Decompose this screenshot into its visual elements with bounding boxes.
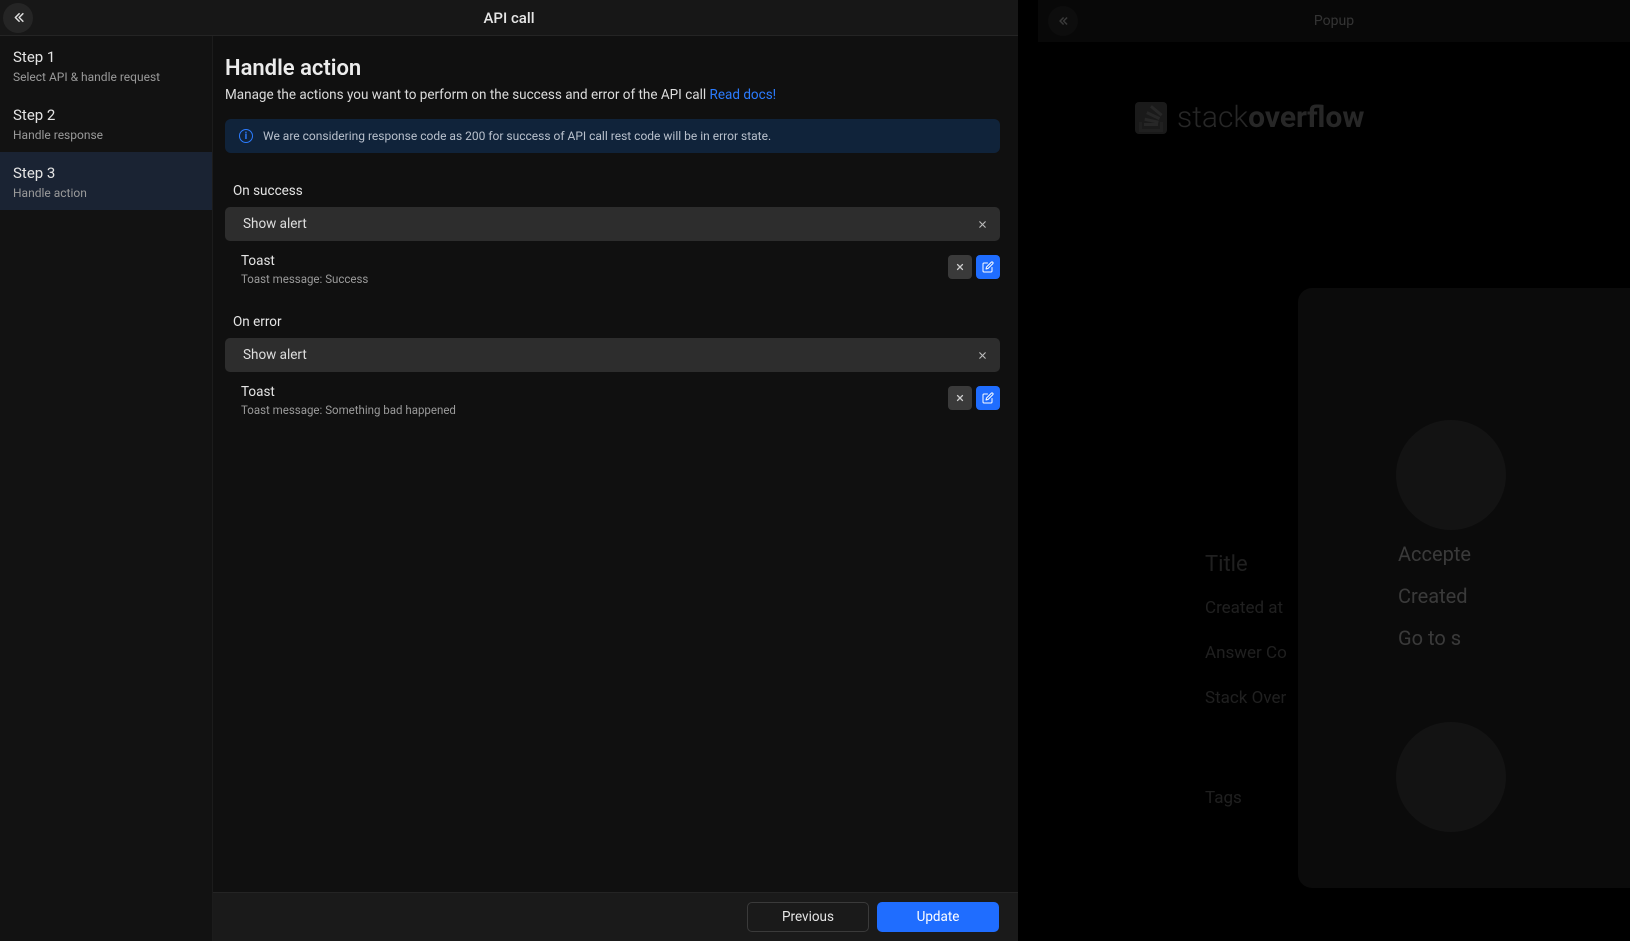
modal-header: API call <box>0 0 1018 36</box>
previous-button[interactable]: Previous <box>747 902 869 932</box>
info-icon: i <box>239 129 253 143</box>
close-icon <box>977 350 988 361</box>
update-button[interactable]: Update <box>877 902 999 932</box>
bg-avatar-1 <box>1396 420 1506 530</box>
stackoverflow-icon <box>1135 102 1167 134</box>
step-title: Step 1 <box>13 48 199 66</box>
close-icon <box>955 393 965 403</box>
step-sub: Handle action <box>13 186 199 200</box>
bg-card-goto: Go to s <box>1398 626 1461 650</box>
error-action-value: Show alert <box>243 347 970 363</box>
main-panel: Handle action Manage the actions you wan… <box>213 36 1018 941</box>
toast-msg-value: Something bad happened <box>325 403 456 417</box>
error-toast-title: Toast <box>241 384 948 400</box>
back-button[interactable] <box>3 3 33 33</box>
bg-label-created: Created at <box>1205 598 1283 618</box>
step-sidebar: Step 1 Select API & handle request Step … <box>0 36 213 941</box>
success-action-select[interactable]: Show alert <box>225 207 1000 241</box>
edit-icon <box>982 392 994 404</box>
bg-card-accepted: Accepte <box>1398 542 1471 566</box>
error-toast-edit-button[interactable] <box>976 386 1000 410</box>
bg-label-stack: Stack Over <box>1205 688 1286 708</box>
success-toast-edit-button[interactable] <box>976 255 1000 279</box>
close-icon <box>977 219 988 230</box>
bg-label-answer: Answer Co <box>1205 643 1287 663</box>
success-toast-message: Toast message: Success <box>241 272 948 286</box>
success-toast-remove-button[interactable] <box>948 255 972 279</box>
chevron-double-left-icon <box>11 10 26 25</box>
info-banner: i We are considering response code as 20… <box>225 119 1000 153</box>
close-icon <box>955 262 965 272</box>
stackoverflow-logo: stackoverflow <box>1135 100 1364 135</box>
step-title: Step 2 <box>13 106 199 124</box>
api-call-modal: API call Step 1 Select API & handle requ… <box>0 0 1018 941</box>
bg-card: Accepte Created Go to s <box>1298 288 1630 888</box>
success-toast-row: Toast Toast message: Success <box>225 253 1000 286</box>
info-banner-text: We are considering response code as 200 … <box>263 129 771 143</box>
step-sub: Select API & handle request <box>13 70 199 84</box>
logo-text-1: stack <box>1177 100 1248 135</box>
toast-msg-value: Success <box>325 272 368 286</box>
page-sub-text: Manage the actions you want to perform o… <box>225 87 710 103</box>
bg-popup-back-button <box>1048 6 1078 36</box>
modal-body: Step 1 Select API & handle request Step … <box>0 36 1018 941</box>
toast-msg-prefix: Toast message: <box>241 272 325 286</box>
bg-card-created: Created <box>1398 584 1468 608</box>
toast-msg-prefix: Toast message: <box>241 403 325 417</box>
step-sub: Handle response <box>13 128 199 142</box>
error-toast-row: Toast Toast message: Something bad happe… <box>225 384 1000 417</box>
error-action-select[interactable]: Show alert <box>225 338 1000 372</box>
edit-icon <box>982 261 994 273</box>
bg-label-title: Title <box>1205 552 1248 577</box>
step-2[interactable]: Step 2 Handle response <box>0 94 212 152</box>
on-success-label: On success <box>233 183 1000 199</box>
bg-popup-title: Popup <box>1314 13 1354 29</box>
success-toast-title: Toast <box>241 253 948 269</box>
bg-label-tags: Tags <box>1205 788 1242 808</box>
page-title: Handle action <box>225 56 1000 81</box>
step-3[interactable]: Step 3 Handle action <box>0 152 212 210</box>
error-toast-message: Toast message: Something bad happened <box>241 403 948 417</box>
modal-title: API call <box>483 9 534 27</box>
page-subtitle: Manage the actions you want to perform o… <box>225 87 1000 103</box>
error-action-clear-button[interactable] <box>970 343 994 367</box>
step-title: Step 3 <box>13 164 199 182</box>
modal-footer: Previous Update <box>213 892 1018 941</box>
main-scroll: Handle action Manage the actions you wan… <box>213 36 1018 892</box>
success-action-value: Show alert <box>243 216 970 232</box>
read-docs-link[interactable]: Read docs! <box>710 87 777 103</box>
bg-popup-header: Popup <box>1038 0 1630 42</box>
error-toast-remove-button[interactable] <box>948 386 972 410</box>
logo-text-2: overflow <box>1248 100 1364 135</box>
success-action-clear-button[interactable] <box>970 212 994 236</box>
on-error-label: On error <box>233 314 1000 330</box>
bg-avatar-2 <box>1396 722 1506 832</box>
step-1[interactable]: Step 1 Select API & handle request <box>0 36 212 94</box>
